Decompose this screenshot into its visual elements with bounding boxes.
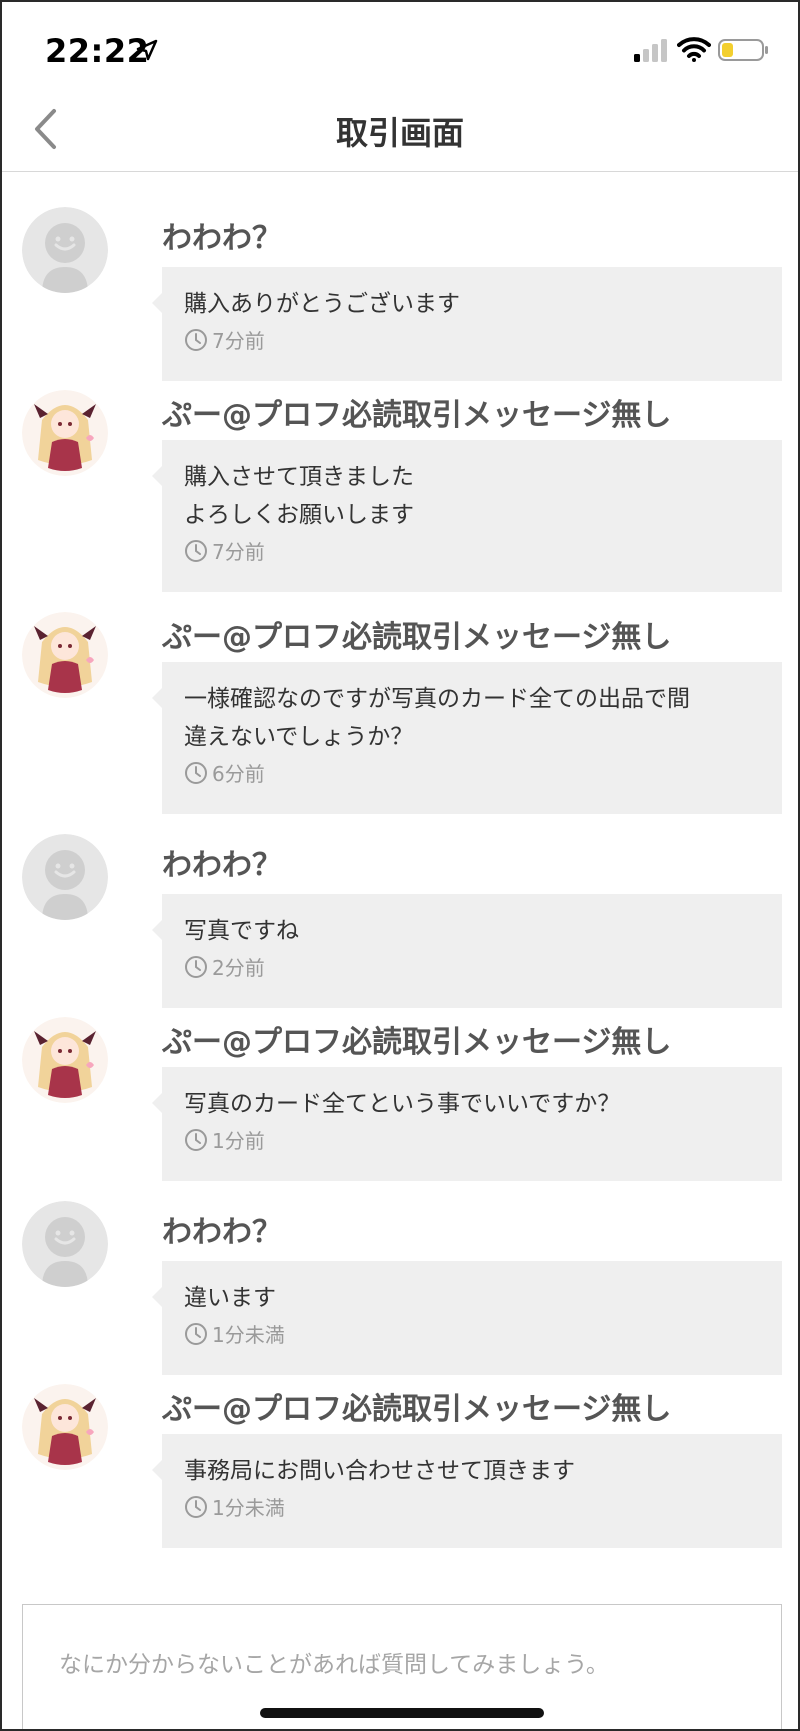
default-user-icon [22, 1201, 108, 1287]
sender-name: ぷー@プロフ必読取引メッセージ無し [162, 1025, 672, 1060]
clock-icon [185, 1322, 207, 1345]
time-label: 2分前 [212, 956, 265, 980]
time-label: 6分前 [212, 762, 265, 786]
message-time: 1分未満 [184, 1492, 760, 1521]
anime-character-avatar-icon [22, 390, 108, 476]
battery-icon [718, 39, 768, 61]
avatar[interactable] [22, 1384, 108, 1470]
status-time: 22:22 [45, 32, 150, 70]
message-text: 違います [184, 1285, 276, 1311]
message-time: 2分前 [184, 952, 760, 981]
message-bubble: 購入させて頂きました よろしくお願いします 7分前 [152, 440, 782, 592]
time-label: 7分前 [212, 329, 265, 353]
sender-name: わわわ？ [162, 1215, 282, 1250]
message-bubble: 違います 1分未満 [152, 1261, 782, 1375]
avatar[interactable] [22, 612, 108, 698]
time-label: 1分未満 [212, 1496, 285, 1520]
sender-name: わわわ？ [162, 221, 282, 256]
status-bar: 22:22 [2, 2, 798, 102]
message-text: 事務局にお問い合わせさせて頂きます [184, 1458, 575, 1484]
clock-icon [185, 328, 207, 351]
avatar[interactable] [22, 207, 108, 293]
message-bubble: 事務局にお問い合わせさせて頂きます 1分未満 [152, 1434, 782, 1548]
clock-icon [185, 761, 207, 784]
message-bubble: 一様確認なのですが写真のカード全ての出品で間 違えないでしょうか？ 6分前 [152, 662, 782, 814]
message-text: 写真ですね [184, 918, 299, 944]
message-time: 7分前 [184, 536, 760, 565]
message-time: 7分前 [184, 325, 760, 354]
wifi-icon [677, 37, 711, 62]
clock-icon [185, 539, 207, 562]
sender-name: ぷー@プロフ必読取引メッセージ無し [162, 1392, 672, 1427]
time-label: 7分前 [212, 540, 265, 564]
avatar[interactable] [22, 834, 108, 920]
avatar[interactable] [22, 1201, 108, 1287]
message-text: 写真のカード全てという事でいいですか？ [184, 1091, 621, 1117]
anime-character-avatar-icon [22, 1017, 108, 1103]
time-label: 1分未満 [212, 1323, 285, 1347]
clock-icon [185, 1128, 207, 1151]
message-time: 1分未満 [184, 1319, 760, 1348]
default-user-icon [22, 834, 108, 920]
page-title: 取引画面 [335, 114, 464, 152]
avatar[interactable] [22, 390, 108, 476]
navigation-bar: 取引画面 [2, 102, 798, 172]
anime-character-avatar-icon [22, 1384, 108, 1470]
message-input-placeholder: なにか分からないことがあれば質問してみましょう。 [59, 1652, 609, 1678]
message-bubble: 写真のカード全てという事でいいですか？ 1分前 [152, 1067, 782, 1181]
avatar[interactable] [22, 1017, 108, 1103]
clock-icon [185, 955, 207, 978]
message-bubble: 写真ですね 2分前 [152, 894, 782, 1008]
location-arrow-icon [136, 39, 158, 61]
message-text: 購入させて頂きました よろしくお願いします [184, 464, 414, 528]
message-time: 6分前 [184, 758, 760, 787]
sender-name: わわわ？ [162, 848, 282, 883]
home-indicator[interactable] [260, 1708, 544, 1718]
screen: 22:22 取引画面 わわわ？ 購入ありがとうございます 7分前 ぷー@プロフ必… [0, 0, 800, 1731]
default-user-icon [22, 207, 108, 293]
message-bubble: 購入ありがとうございます 7分前 [152, 267, 782, 381]
message-text: 一様確認なのですが写真のカード全ての出品で間 違えないでしょうか？ [184, 686, 690, 750]
message-time: 1分前 [184, 1125, 760, 1154]
sender-name: ぷー@プロフ必読取引メッセージ無し [162, 398, 672, 433]
time-label: 1分前 [212, 1129, 265, 1153]
anime-character-avatar-icon [22, 612, 108, 698]
message-text: 購入ありがとうございます [184, 291, 460, 317]
cellular-signal-icon [634, 39, 667, 62]
sender-name: ぷー@プロフ必読取引メッセージ無し [162, 620, 672, 655]
clock-icon [185, 1495, 207, 1518]
